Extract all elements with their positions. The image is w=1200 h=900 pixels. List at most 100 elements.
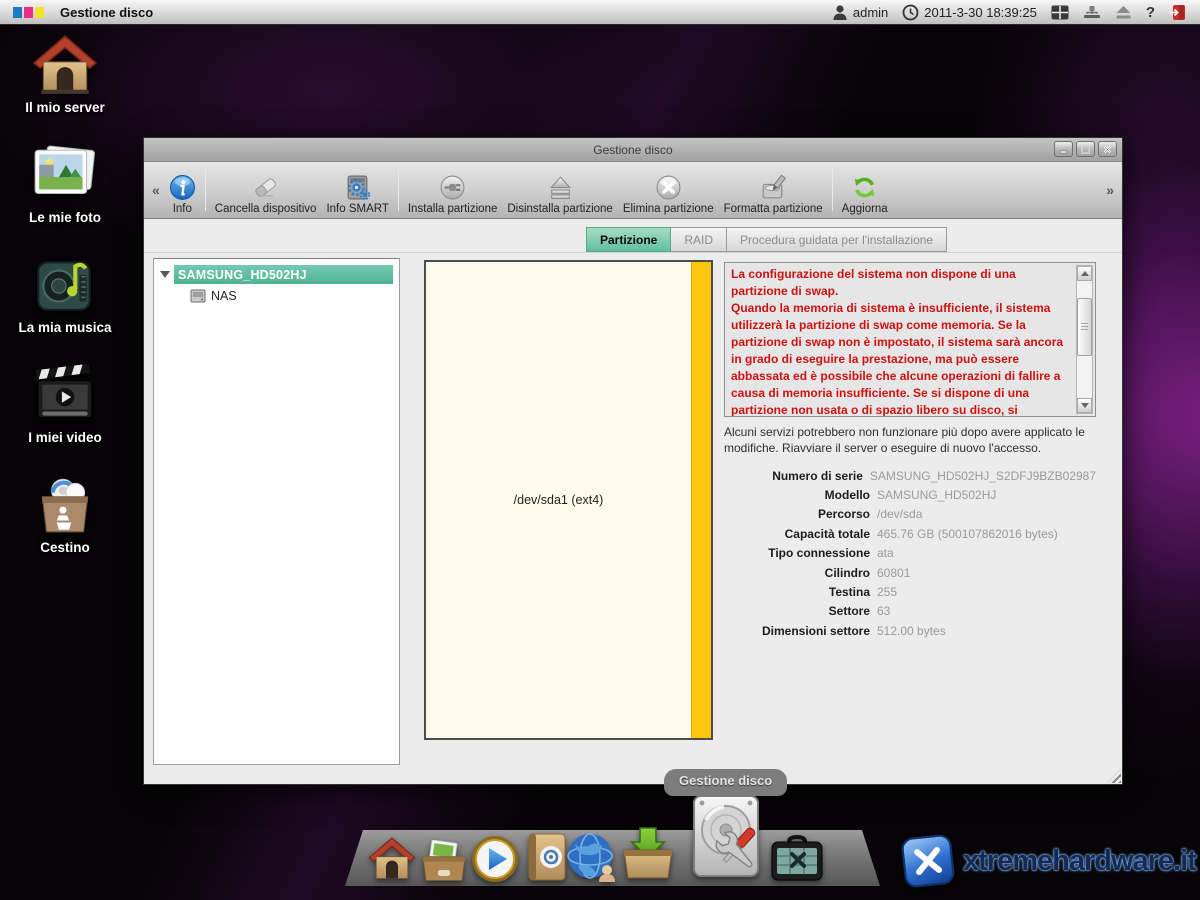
toolbar-separator — [398, 169, 399, 211]
window-grid-icon[interactable] — [1051, 5, 1069, 20]
scroll-down-button[interactable] — [1077, 398, 1092, 413]
dock-item-browser[interactable] — [566, 832, 618, 882]
desktop-icon-my-videos[interactable]: I miei video — [6, 364, 124, 460]
toolbar-button-smart-info[interactable]: Info SMART — [321, 165, 393, 215]
globe-icon — [566, 832, 618, 882]
partition-label: /dev/sda1 (ext4) — [426, 493, 691, 507]
toolbar-separator — [205, 169, 206, 211]
logo-square-blue — [13, 7, 22, 18]
toolbar-overflow-right-icon[interactable]: » — [1102, 182, 1118, 198]
desktop-icon-trash[interactable]: Cestino — [6, 474, 124, 570]
logo-square-pink — [24, 7, 33, 18]
desktop-icon-my-music[interactable]: La mia musica — [6, 254, 124, 350]
device-tree-panel: SAMSUNG_HD502HJ NAS — [153, 258, 400, 765]
detail-row: Numero di serieSAMSUNG_HD502HJ_S2DFJ9BZB… — [724, 466, 1096, 485]
help-icon[interactable]: ? — [1146, 4, 1155, 21]
partition-map[interactable]: /dev/sda1 (ext4) — [424, 260, 713, 740]
dock-item-disk-manager[interactable] — [686, 792, 766, 880]
toolbar-button-install-partition[interactable]: Installa partizione — [403, 165, 503, 215]
chevron-down-icon[interactable] — [160, 271, 170, 278]
scrollbar-thumb[interactable] — [1077, 298, 1092, 356]
dock-item-toolbox[interactable] — [770, 834, 824, 882]
network-icon[interactable] — [1083, 5, 1101, 19]
tree-item-disk[interactable]: SAMSUNG_HD502HJ — [160, 265, 393, 284]
service-notice-text: Alcuni servizi potrebbero non funzionare… — [724, 424, 1096, 456]
warning-scrollbar[interactable] — [1076, 265, 1093, 414]
tab-partition[interactable]: Partizione — [586, 227, 671, 252]
window-content: Partizione RAID Procedura guidata per l'… — [144, 219, 1122, 784]
desktop-icon-my-server[interactable]: Il mio server — [6, 34, 124, 130]
window-titlebar[interactable]: Gestione disco — [144, 138, 1122, 162]
desktop-icon-label: I miei video — [6, 430, 124, 445]
toolbar-button-info[interactable]: Info — [164, 165, 201, 215]
close-button[interactable] — [1098, 141, 1117, 157]
dock-item-downloads[interactable] — [622, 824, 674, 880]
disk-details-table: Numero di serieSAMSUNG_HD502HJ_S2DFJ9BZB… — [724, 466, 1096, 641]
scroll-up-button[interactable] — [1077, 266, 1092, 281]
arrow-down-icon — [1081, 403, 1089, 408]
user-name: admin — [853, 5, 888, 20]
dock-item-photos[interactable] — [420, 840, 468, 882]
toolbar-overflow-left-icon[interactable]: « — [148, 182, 164, 198]
logout-icon[interactable] — [1169, 4, 1186, 21]
desktop-icon-my-photos[interactable]: Le mie foto — [6, 144, 124, 240]
toolbox-icon — [770, 834, 824, 882]
tab-install-wizard[interactable]: Procedura guidata per l'installazione — [727, 227, 947, 252]
watermark-x-badge — [901, 834, 956, 889]
eject-icon[interactable] — [1115, 5, 1132, 19]
photos-box-icon — [420, 840, 468, 882]
system-logo[interactable] — [13, 7, 44, 18]
detail-row: ModelloSAMSUNG_HD502HJ — [724, 485, 1096, 504]
refresh-icon — [851, 174, 878, 201]
photos-icon — [31, 144, 99, 206]
partition-free-stripe[interactable] — [691, 262, 711, 738]
user-icon — [832, 4, 848, 21]
download-folder-icon — [622, 824, 674, 880]
music-icon — [32, 254, 98, 316]
x-icon — [912, 845, 945, 878]
tab-bar: Partizione RAID Procedura guidata per l'… — [586, 227, 947, 252]
clock-display: 2011-3-30 18:39:25 — [902, 4, 1037, 21]
toolbar-button-uninstall-partition[interactable]: Disinstalla partizione — [502, 165, 617, 215]
disk-management-window: Gestione disco « Info Cancella dispositi… — [143, 137, 1123, 785]
home-icon — [368, 836, 416, 882]
videos-icon — [32, 364, 98, 426]
system-menubar: Gestione disco admin 2011-3-30 18:39:25 … — [0, 0, 1200, 25]
toolbar-separator — [832, 169, 833, 211]
dock-item-home[interactable] — [368, 836, 416, 882]
datetime-text: 2011-3-30 18:39:25 — [924, 5, 1037, 20]
format-pencil-icon — [760, 174, 787, 201]
disk-drive-icon — [190, 289, 206, 303]
desktop-icon-label: Le mie foto — [6, 210, 124, 225]
disk-info-panel: La configurazione del sistema non dispon… — [724, 262, 1096, 641]
swap-warning-line1: La configurazione del sistema non dispon… — [731, 266, 1071, 300]
trash-icon — [32, 474, 98, 536]
maximize-button[interactable] — [1076, 141, 1095, 157]
user-menu[interactable]: admin — [832, 4, 888, 21]
dock-item-contacts[interactable] — [527, 832, 567, 882]
tree-item-volume-label: NAS — [211, 289, 237, 303]
tree-item-volume[interactable]: NAS — [190, 287, 237, 305]
address-book-icon — [527, 832, 567, 882]
plug-icon — [439, 174, 466, 201]
disk-tools-icon — [686, 792, 766, 880]
detail-row: Dimensioni settore512.00 bytes — [724, 621, 1096, 640]
detail-row: Testina255 — [724, 582, 1096, 601]
maximize-icon — [1081, 145, 1090, 154]
toolbar-button-delete-partition[interactable]: Elimina partizione — [618, 165, 719, 215]
window-resize-grip[interactable] — [1107, 769, 1121, 783]
window-toolbar: « Info Cancella dispositivo Info SMART I… — [144, 162, 1122, 219]
minimize-icon — [1059, 145, 1068, 154]
dock-item-media-player[interactable] — [470, 834, 520, 884]
active-app-title: Gestione disco — [60, 5, 153, 20]
toolbar-button-erase-device[interactable]: Cancella dispositivo — [210, 165, 322, 215]
desktop-icon-label: Cestino — [6, 540, 124, 555]
tab-raid[interactable]: RAID — [671, 227, 727, 252]
info-icon — [169, 174, 196, 201]
clock-icon — [902, 4, 919, 21]
minimize-button[interactable] — [1054, 141, 1073, 157]
eraser-icon — [252, 174, 279, 201]
toolbar-button-refresh[interactable]: Aggiorna — [837, 165, 893, 215]
window-title: Gestione disco — [593, 143, 672, 157]
toolbar-button-format-partition[interactable]: Formatta partizione — [719, 165, 828, 215]
